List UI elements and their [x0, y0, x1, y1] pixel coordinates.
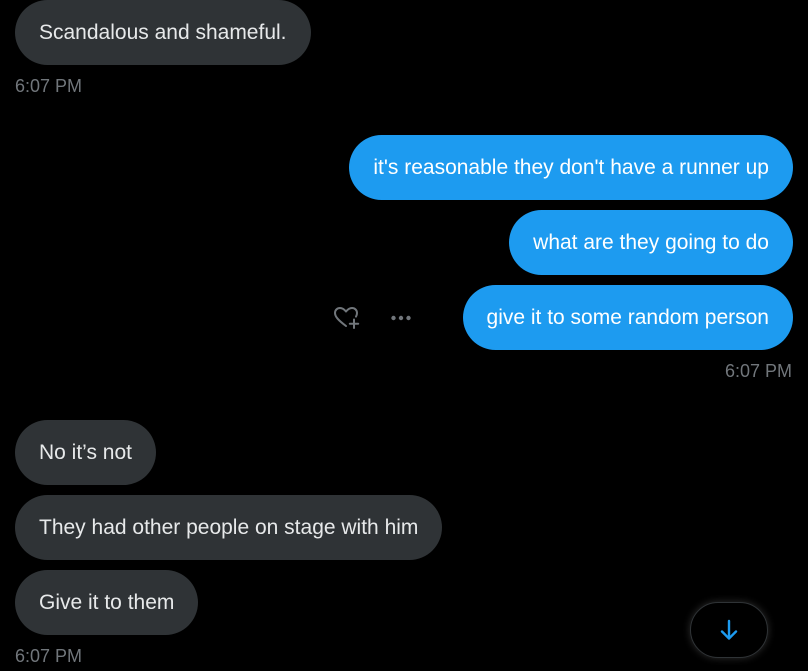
heart-plus-icon[interactable]: [332, 303, 362, 333]
scroll-to-bottom-button[interactable]: [690, 602, 768, 658]
incoming-message[interactable]: Give it to them: [15, 570, 199, 635]
message-timestamp: 6:07 PM: [15, 76, 83, 96]
arrow-down-icon: [720, 619, 738, 640]
outgoing-message[interactable]: what are they going to do: [509, 210, 793, 275]
more-dots-icon[interactable]: [386, 303, 416, 333]
message-timestamp: 6:07 PM: [724, 361, 792, 381]
message-timestamp: 6:07 PM: [15, 646, 83, 666]
conversation-thread: Scandalous and shameful. 6:07 PM it's re…: [0, 0, 808, 671]
outgoing-message[interactable]: give it to some random person: [462, 285, 793, 350]
incoming-message[interactable]: They had other people on stage with him: [15, 495, 443, 560]
incoming-message[interactable]: Scandalous and shameful.: [15, 0, 311, 65]
outgoing-message[interactable]: it's reasonable they don't have a runner…: [349, 135, 793, 200]
incoming-message[interactable]: No it’s not: [15, 420, 156, 485]
